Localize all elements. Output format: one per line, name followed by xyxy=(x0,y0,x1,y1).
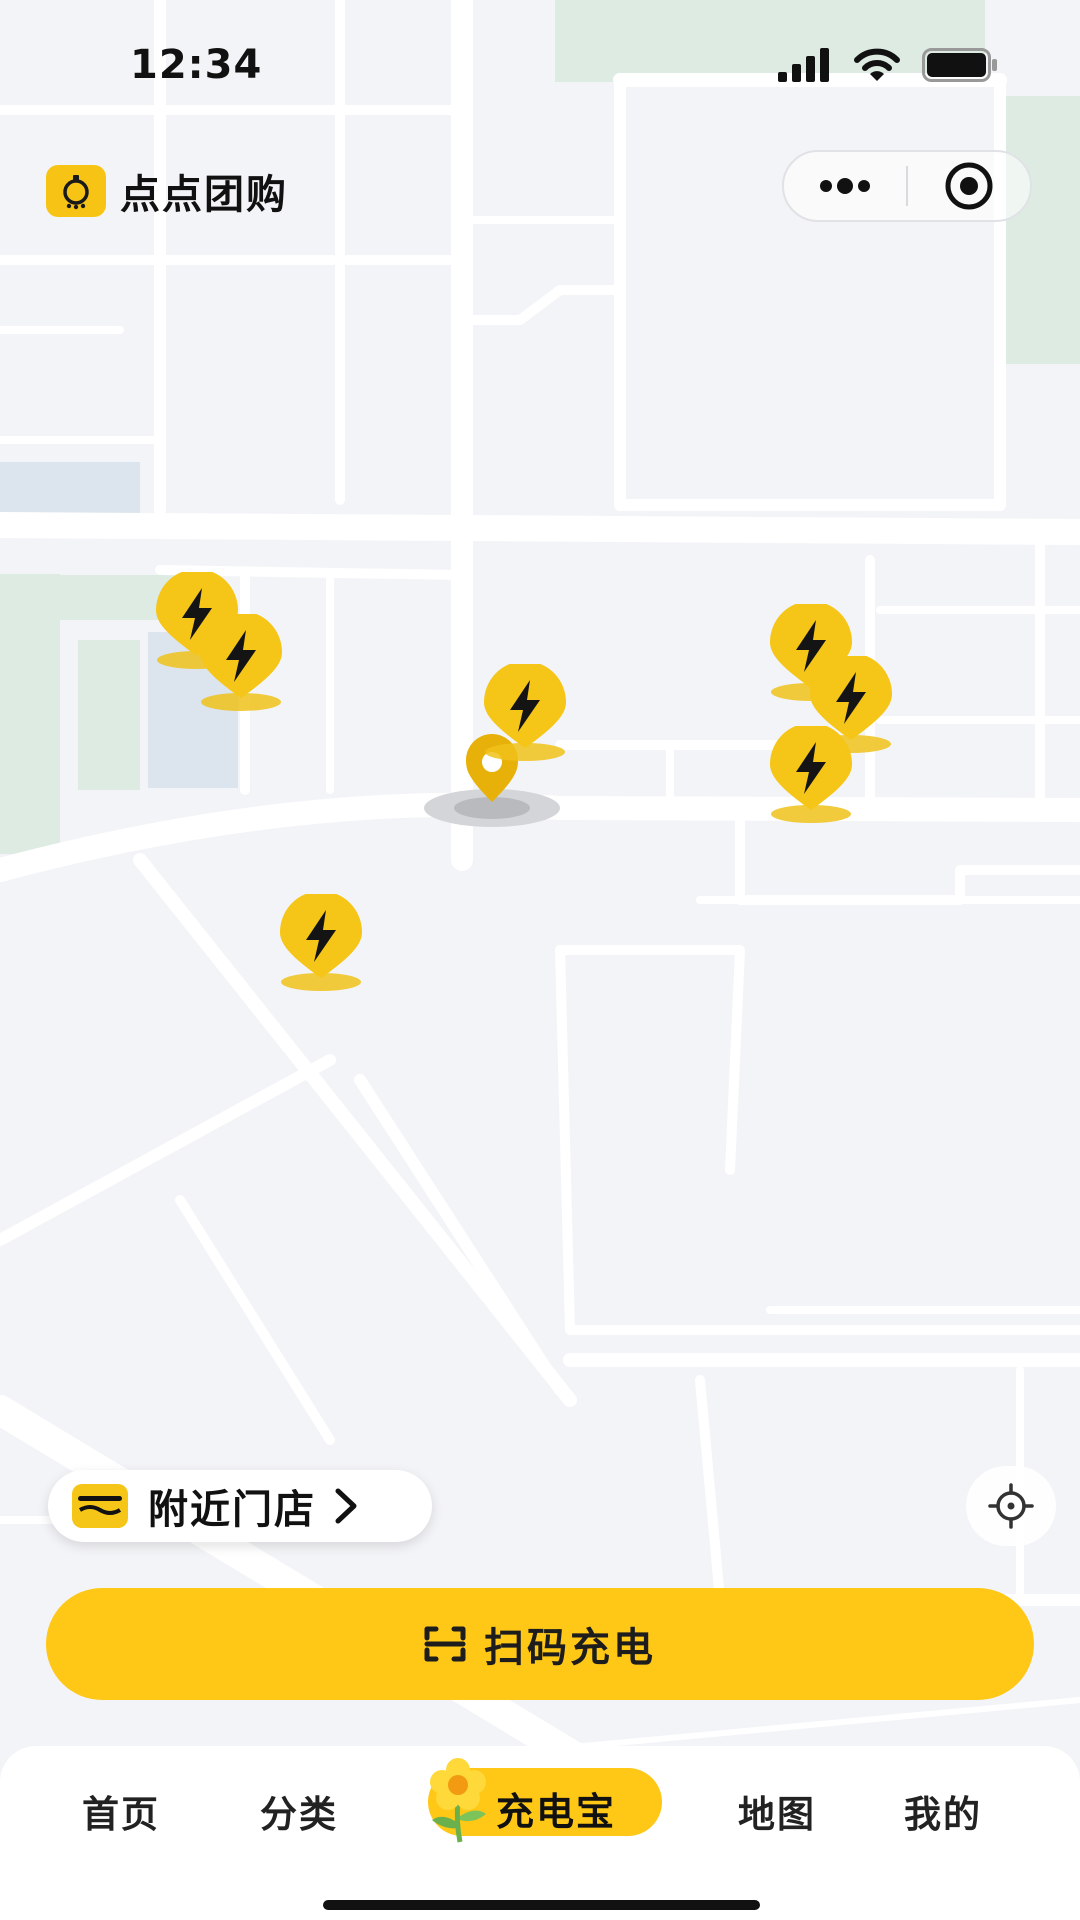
tab-home[interactable]: 首页 xyxy=(82,1784,160,1838)
mini-program-capsule xyxy=(782,150,1032,222)
scan-to-charge-button[interactable]: 扫码充电 xyxy=(46,1588,1034,1700)
tab-category[interactable]: 分类 xyxy=(260,1784,338,1838)
target-circle-icon xyxy=(945,162,993,210)
tab-map[interactable]: 地图 xyxy=(738,1784,816,1838)
app-logo-icon xyxy=(46,165,106,217)
nearby-stores-button[interactable]: 附近门店 xyxy=(48,1470,432,1542)
cellular-signal-icon xyxy=(778,48,829,82)
wifi-icon xyxy=(854,48,900,81)
locate-me-button[interactable] xyxy=(966,1466,1056,1546)
bottom-tab-bar: 首页 分类 充电宝 地图 我的 xyxy=(0,1746,1080,1920)
flower-icon xyxy=(430,1758,486,1843)
nearby-stores-label: 附近门店 xyxy=(148,1487,316,1533)
scan-code-icon xyxy=(424,1626,466,1662)
scan-to-charge-label: 扫码充电 xyxy=(484,1625,656,1671)
tab-power-bank[interactable]: 充电宝 xyxy=(428,1758,662,1843)
tab-me[interactable]: 我的 xyxy=(904,1784,982,1838)
tab-power-bank-label: 充电宝 xyxy=(496,1790,617,1834)
chevron-right-icon xyxy=(335,1488,357,1524)
charging-station-marker[interactable] xyxy=(276,894,366,1004)
crosshair-icon xyxy=(988,1483,1034,1529)
store-icon xyxy=(72,1484,128,1528)
charging-station-marker[interactable] xyxy=(766,726,856,836)
home-indicator xyxy=(323,1900,760,1910)
status-time: 12:34 xyxy=(130,42,263,88)
close-mini-program-button[interactable] xyxy=(908,152,1030,220)
more-dots-icon xyxy=(820,178,870,194)
battery-icon xyxy=(922,48,997,82)
charging-station-marker[interactable] xyxy=(480,664,570,774)
app-name: 点点团购 xyxy=(120,172,288,218)
status-bar: 12:34 xyxy=(0,0,1080,130)
charging-station-marker[interactable] xyxy=(196,614,286,724)
app-brand: 点点团购 xyxy=(46,162,288,220)
status-icons xyxy=(778,48,998,82)
app-screen: 12:34 点点团购 附近门店 扫码充电 首页 分类 充电宝 地图 我的 xyxy=(0,0,1080,1920)
more-options-button[interactable] xyxy=(784,152,906,220)
